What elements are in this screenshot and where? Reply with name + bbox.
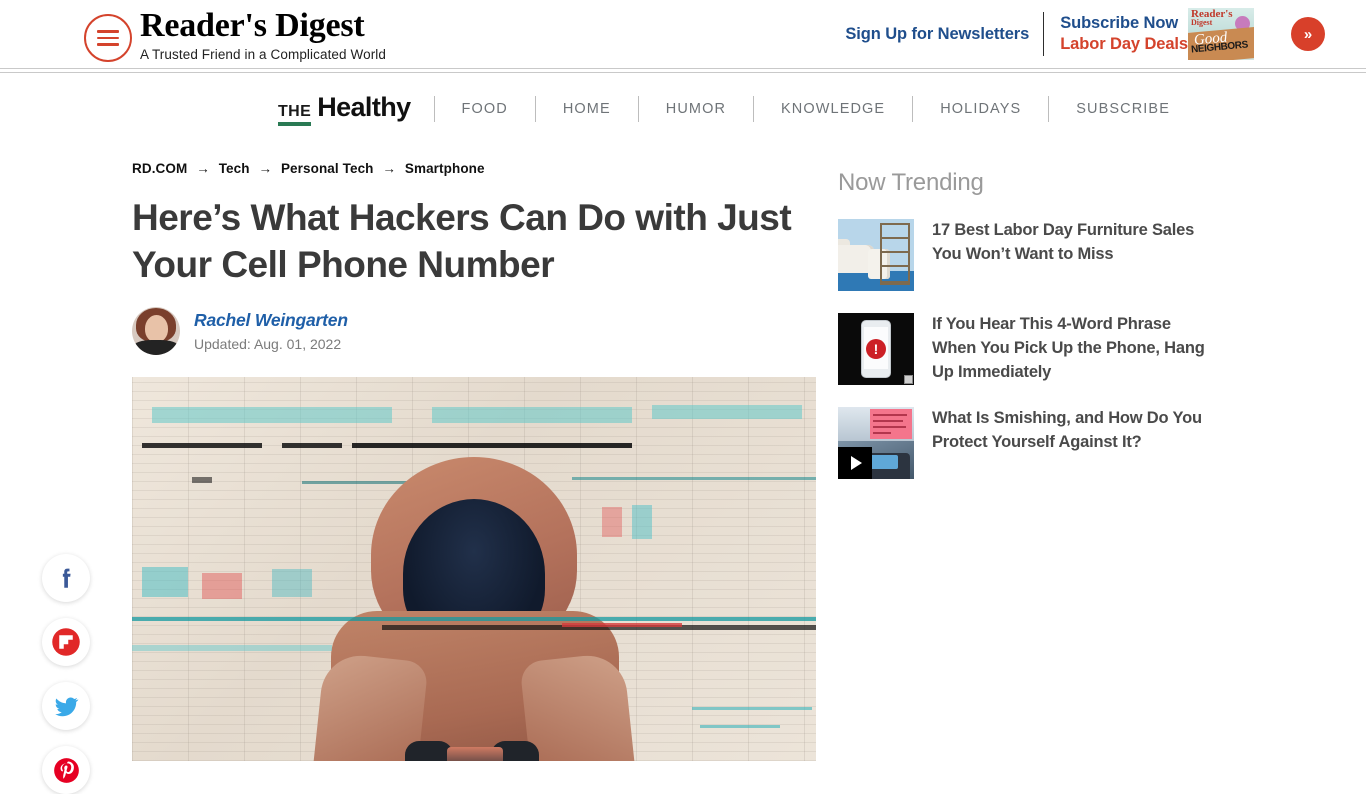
updated-date: Updated: Aug. 01, 2022 (194, 335, 342, 352)
logo-healthy: Healthy (317, 92, 411, 122)
nav-separator (433, 96, 435, 122)
nav-item-food[interactable]: FOOD (436, 101, 534, 117)
header-rule (0, 68, 1366, 69)
hamburger-bar (97, 30, 119, 33)
furniture-sale-thumbnail (838, 219, 914, 291)
glitch-block (432, 406, 632, 423)
breadcrumb-item-smartphone[interactable]: Smartphone (405, 161, 485, 176)
promo-label: Labor Day Deals (1060, 35, 1188, 53)
glitch-block (272, 568, 312, 597)
pinterest-icon[interactable] (42, 746, 90, 794)
shelf-shape (880, 223, 910, 285)
glitch-block (652, 404, 802, 419)
glitch-block (152, 406, 392, 423)
header-actions: Sign Up for Newsletters Subscribe Now La… (845, 0, 1366, 68)
trending-item-1[interactable]: 17 Best Labor Day Furniture Sales You Wo… (838, 219, 1206, 291)
page-body: RD.COM → Tech → Personal Tech → Smartpho… (0, 145, 1366, 761)
glitch-line (692, 706, 812, 710)
flipboard-icon[interactable] (42, 618, 90, 666)
glitch-line (352, 442, 632, 448)
hamburger-bar (97, 36, 119, 40)
avatar (132, 306, 180, 355)
avatar-body (134, 339, 178, 355)
nav-separator (912, 96, 914, 122)
sidebar-title: Now Trending (838, 169, 984, 196)
author-link[interactable]: Rachel Weingarten (194, 310, 348, 331)
nav-separator (637, 96, 639, 122)
breadcrumb-item-tech[interactable]: Tech (219, 161, 250, 176)
header-divider (1043, 12, 1045, 56)
the-healthy-logo[interactable]: THE Healthy (278, 92, 411, 126)
nav-item-holidays[interactable]: HOLIDAYS (914, 101, 1047, 117)
twitter-icon[interactable] (42, 682, 90, 730)
glitch-line (562, 622, 682, 627)
logo-the: THE (278, 104, 312, 126)
trending-title: What Is Smishing, and How Do You Protect… (932, 409, 1202, 451)
glitch-line (132, 644, 332, 651)
glitch-line (132, 616, 816, 621)
alert-icon: ! (866, 339, 886, 359)
nav-item-humor[interactable]: HUMOR (640, 101, 752, 117)
brand-tagline: A Trusted Friend in a Complicated World (140, 47, 387, 63)
thumbnail-corner-badge (904, 375, 913, 384)
facebook-icon[interactable] (42, 554, 90, 602)
subscribe-promo[interactable]: Subscribe Now Labor Day Deals (1060, 13, 1188, 55)
glitch-line (700, 724, 780, 728)
trending-item-3[interactable]: What Is Smishing, and How Do You Protect… (838, 407, 1206, 479)
hamburger-bar (97, 43, 119, 46)
avatar-face (145, 314, 168, 342)
trending-title: 17 Best Labor Day Furniture Sales You Wo… (932, 221, 1195, 263)
site-header: Reader's Digest A Trusted Friend in a Co… (0, 0, 1366, 68)
hero-image (132, 376, 816, 761)
page-title: Here’s What Hackers Can Do with Just You… (132, 197, 792, 286)
breadcrumb-item-personal-tech[interactable]: Personal Tech (281, 161, 374, 176)
breadcrumb-item-rdcom[interactable]: RD.COM (132, 161, 187, 176)
play-button-icon[interactable] (838, 447, 872, 479)
hero-glove-left (405, 740, 453, 761)
brand-title: Reader's Digest (140, 7, 365, 44)
magazine-cover-thumbnail[interactable]: Reader's Digest Good NEIGHBORS (1188, 8, 1254, 60)
subscribe-now-label: Subscribe Now (1060, 13, 1179, 32)
glitch-line (282, 442, 342, 448)
breadcrumb-separator: → (196, 161, 210, 176)
phone-alert-thumbnail: ! (838, 313, 914, 385)
trending-title: If You Hear This 4-Word Phrase When You … (932, 315, 1205, 381)
trending-item-2[interactable]: ! If You Hear This 4-Word Phrase When Yo… (838, 313, 1206, 385)
glitch-line (142, 442, 262, 448)
byline-text: Rachel Weingarten Updated: Aug. 01, 2022 (194, 310, 348, 352)
glitch-block (142, 566, 188, 597)
hamburger-menu-icon[interactable] (84, 14, 132, 62)
nav-separator (1048, 96, 1050, 122)
nav-item-subscribe[interactable]: SUBSCRIBE (1050, 101, 1196, 117)
brand-logo[interactable]: Reader's Digest A Trusted Friend in a Co… (140, 6, 386, 62)
smishing-video-thumbnail (838, 407, 914, 479)
sms-bubble (870, 409, 912, 439)
breadcrumb-separator: → (382, 161, 396, 176)
magazine-cover-logo: Reader's Digest (1191, 8, 1233, 28)
glitch-line (192, 476, 212, 483)
primary-nav: THE Healthy FOOD HOME HUMOR KNOWLEDGE HO… (0, 73, 1366, 145)
nav-separator (753, 96, 755, 122)
hero-figure (309, 451, 639, 761)
glitch-block (202, 572, 242, 599)
nav-separator (534, 96, 536, 122)
sidebar: Now Trending 17 Best Labor Day Furniture… (816, 161, 1206, 761)
double-chevron-right-icon[interactable]: » (1291, 17, 1325, 51)
byline: Rachel Weingarten Updated: Aug. 01, 2022 (132, 306, 816, 355)
hero-phone (447, 746, 503, 761)
breadcrumb-separator: → (258, 161, 273, 176)
newsletter-signup-link[interactable]: Sign Up for Newsletters (845, 25, 1029, 44)
nav-item-knowledge[interactable]: KNOWLEDGE (755, 101, 911, 117)
social-share-rail (42, 554, 90, 794)
article-column: RD.COM → Tech → Personal Tech → Smartpho… (0, 161, 816, 761)
breadcrumb: RD.COM → Tech → Personal Tech → Smartpho… (132, 161, 816, 176)
nav-item-home[interactable]: HOME (537, 101, 637, 117)
